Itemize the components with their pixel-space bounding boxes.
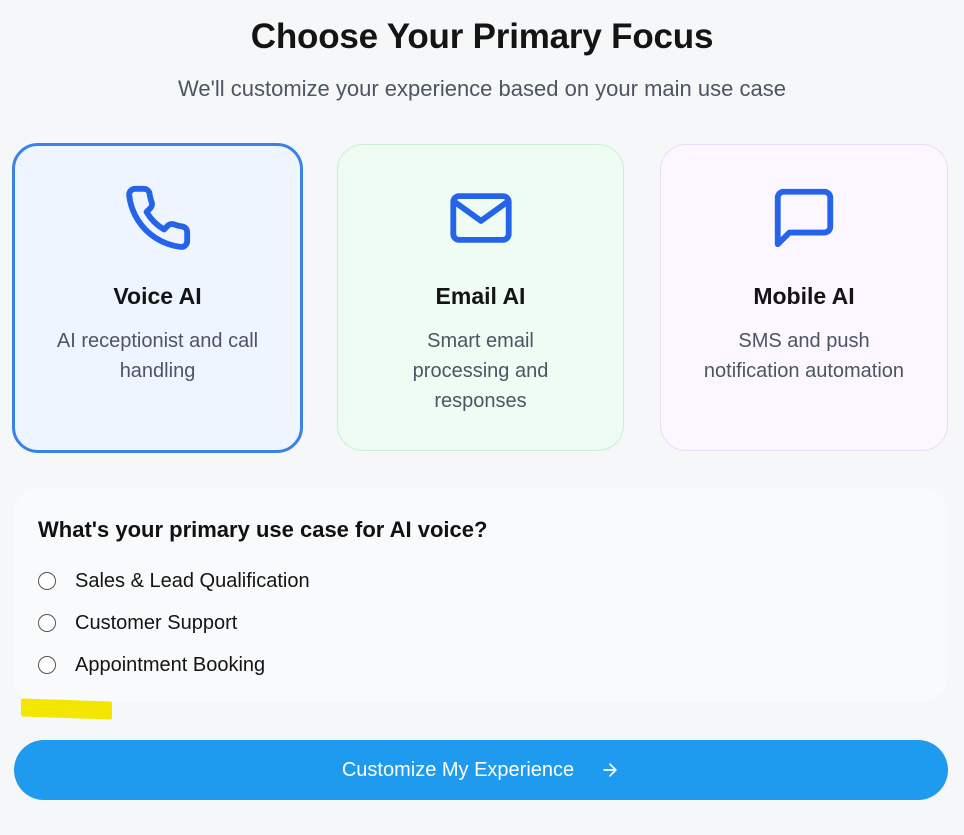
use-case-question: What's your primary use case for AI voic… (38, 517, 488, 542)
mail-icon (449, 193, 512, 243)
card-title: Mobile AI (753, 283, 855, 309)
card-description: SMS and push notification automation (703, 330, 905, 382)
arrow-right-icon (603, 763, 617, 777)
card-description: Smart email processing and responses (412, 330, 549, 412)
option-customer-support[interactable]: Customer Support (38, 610, 237, 636)
radio-button[interactable] (38, 572, 56, 590)
option-label: Customer Support (75, 611, 238, 634)
card-title: Voice AI (113, 283, 202, 309)
option-appointment-booking[interactable]: Appointment Booking (38, 652, 265, 678)
chat-bubble-icon (774, 188, 834, 248)
use-case-panel: What's your primary use case for AI voic… (13, 488, 948, 702)
option-label: Sales & Lead Qualification (75, 569, 310, 592)
card-mobile-ai[interactable]: Mobile AI SMS and push notification auto… (660, 144, 948, 451)
radio-button[interactable] (38, 614, 56, 632)
card-email-ai[interactable]: Email AI Smart email processing and resp… (337, 144, 624, 451)
card-voice-ai[interactable]: Voice AI AI receptionist and call handli… (12, 143, 303, 453)
button-label: Customize My Experience (341, 758, 575, 781)
option-label: Appointment Booking (75, 653, 266, 676)
page-title: Choose Your Primary Focus (250, 17, 714, 56)
customize-experience-button[interactable]: Customize My Experience (14, 740, 948, 800)
highlight-marker (21, 698, 112, 720)
phone-icon (125, 185, 190, 250)
page-subtitle: We'll customize your experience based on… (178, 76, 786, 101)
radio-button[interactable] (38, 656, 56, 674)
card-description: AI receptionist and call handling (56, 330, 259, 382)
option-sales-lead-qualification[interactable]: Sales & Lead Qualification (38, 568, 310, 594)
card-title: Email AI (435, 283, 526, 309)
